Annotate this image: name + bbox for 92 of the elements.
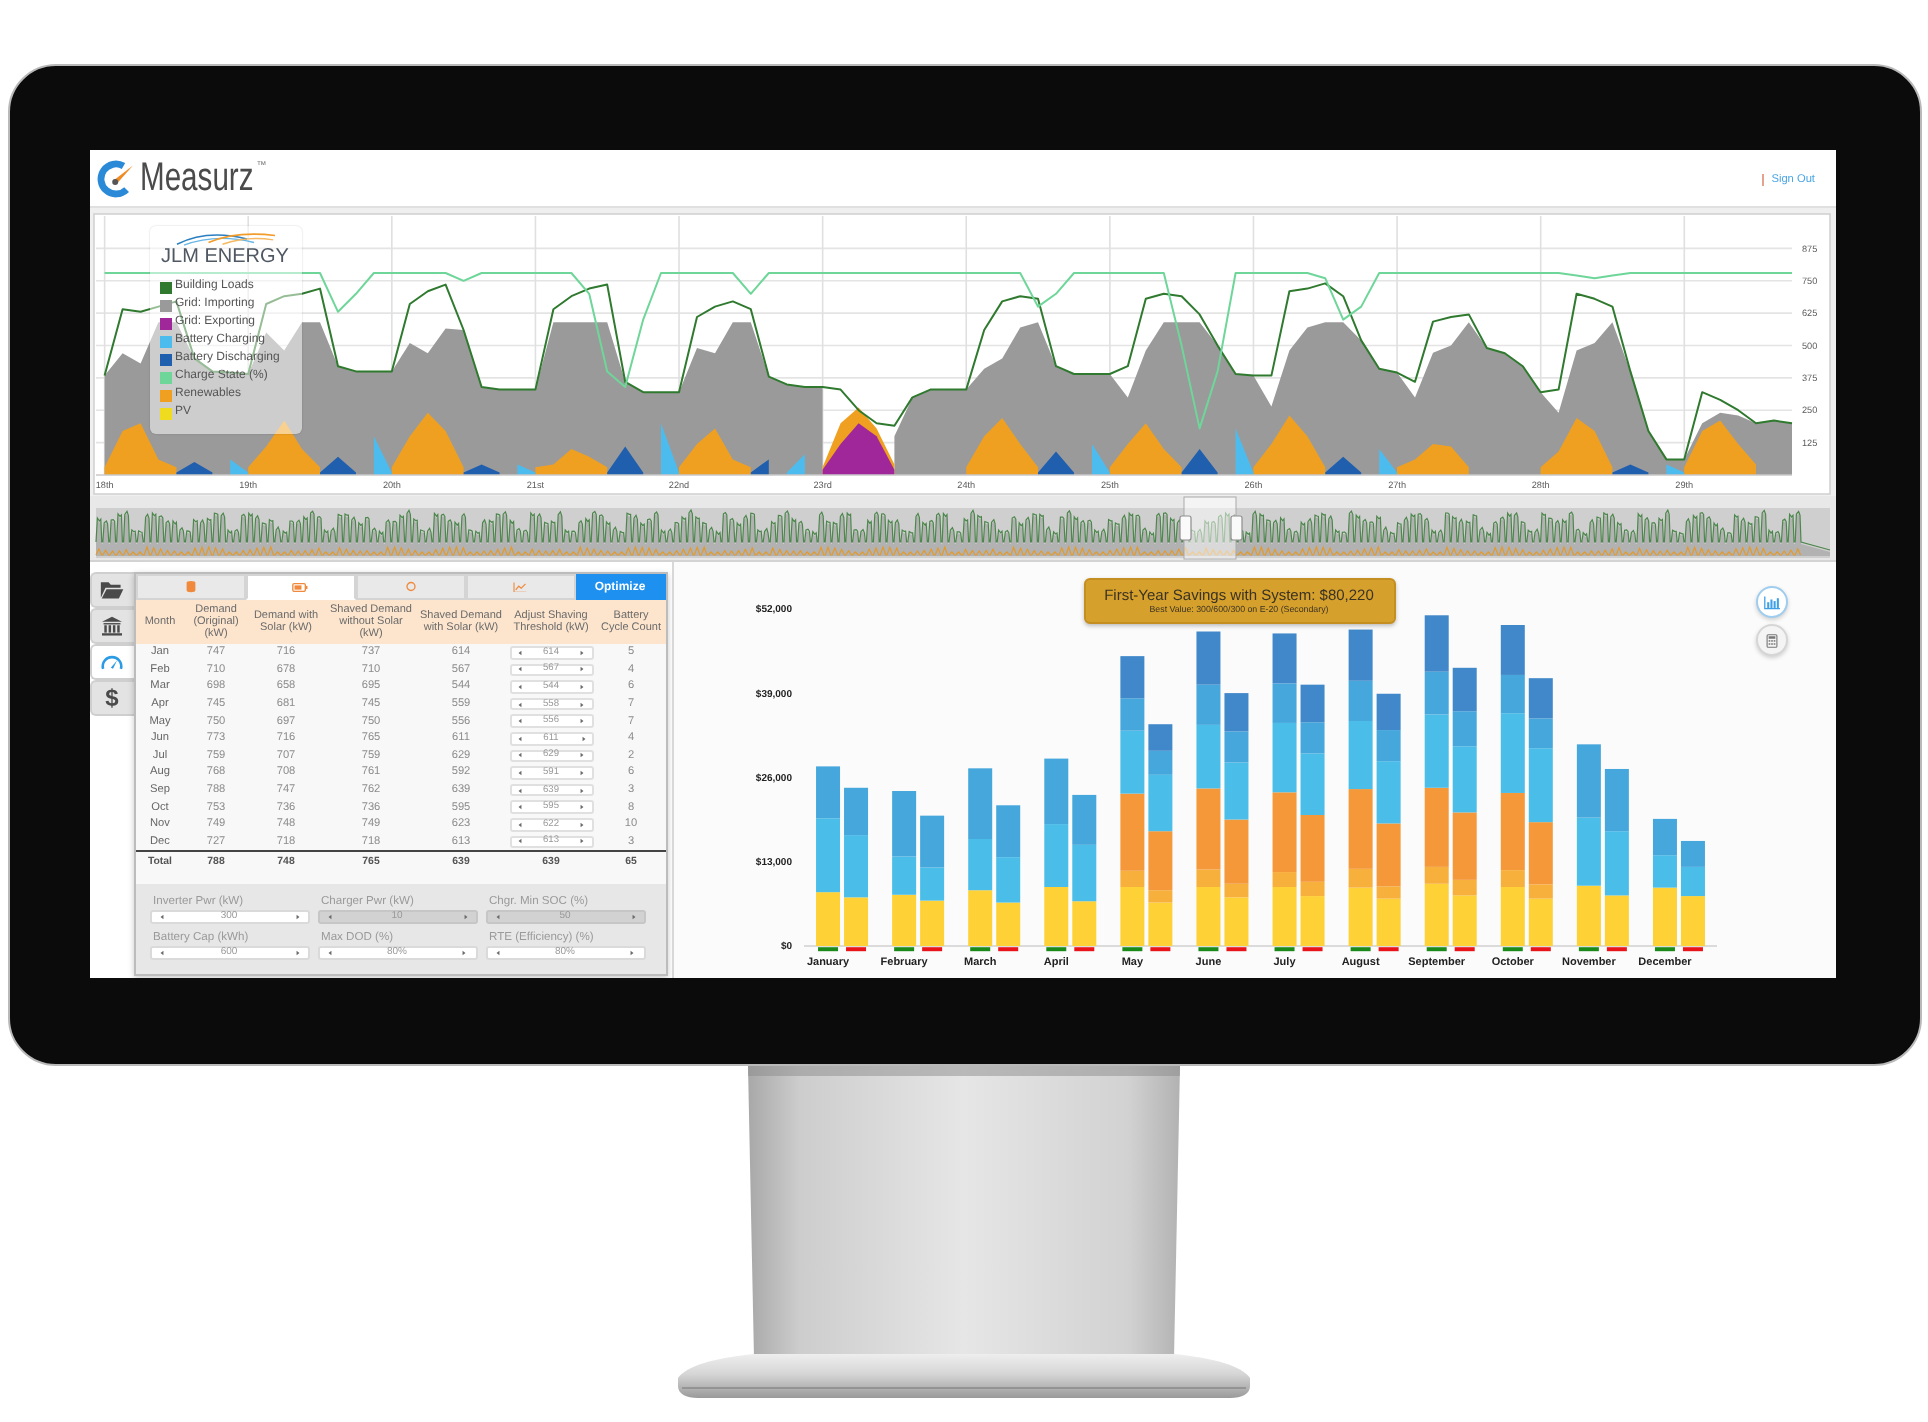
line-chart-icon: [512, 581, 528, 593]
bar-segment: [1651, 818, 1676, 856]
caret-right-icon[interactable]: [580, 718, 585, 725]
bar-segment: [967, 890, 992, 946]
bar-segment: [967, 839, 992, 891]
caret-right-icon[interactable]: [580, 701, 585, 708]
gauge-logo-icon: [95, 159, 135, 197]
bar-segment: [1071, 901, 1096, 946]
bar-segment: [843, 787, 868, 836]
caret-right-icon[interactable]: [295, 914, 299, 920]
caret-left-icon[interactable]: [517, 666, 521, 673]
bar-segment: [995, 902, 1020, 946]
battery-icon: [292, 581, 308, 593]
bar-segment: [1271, 633, 1296, 684]
caret-left-icon[interactable]: [517, 787, 521, 794]
caret-left-icon[interactable]: [517, 735, 521, 742]
sidebar-tab[interactable]: [89, 572, 133, 608]
bar-segment: [1375, 693, 1400, 731]
caret-left-icon[interactable]: [517, 804, 521, 811]
caret-right-icon[interactable]: [581, 735, 585, 742]
bar-segment: [1347, 629, 1372, 681]
bar-segment: [815, 818, 840, 893]
caret-right-icon[interactable]: [580, 804, 585, 811]
bar-segment: [1603, 895, 1628, 946]
legend-logo-text: JLM ENERGY: [161, 246, 289, 270]
bar-segment: [843, 897, 868, 946]
folder-icon: [100, 580, 124, 600]
caret-right-icon[interactable]: [580, 787, 585, 794]
bar-segment: [891, 894, 916, 946]
bar-segment: [1119, 656, 1144, 699]
logo-text: Measurz: [139, 156, 253, 200]
ring-icon: [405, 580, 415, 594]
caret-right-icon[interactable]: [580, 752, 585, 759]
caret-right-icon[interactable]: [580, 683, 585, 690]
bar-segment: [1423, 615, 1448, 672]
caret-right-icon[interactable]: [630, 950, 635, 956]
bar-segment: [815, 766, 840, 819]
caret-left-icon[interactable]: [517, 769, 521, 776]
bar-segment: [1679, 840, 1704, 867]
bar-segment: [995, 805, 1020, 858]
bar-segment: [1603, 831, 1628, 896]
bar-segment: [1223, 693, 1248, 732]
bar-segment: [1147, 724, 1172, 751]
caret-left-icon[interactable]: [495, 950, 499, 956]
sidebar-tab[interactable]: [89, 608, 133, 644]
bar-segment: [815, 892, 840, 946]
bar-segment: [967, 768, 992, 839]
range-handle[interactable]: [1178, 515, 1191, 541]
caret-left-icon[interactable]: [517, 649, 521, 656]
bar-segment: [1195, 631, 1220, 685]
caret-left-icon[interactable]: [517, 821, 521, 828]
bar-segment: [1071, 794, 1096, 845]
caret-left-icon[interactable]: [517, 701, 521, 708]
bar-segment: [1499, 625, 1524, 675]
bar-segment: [1575, 885, 1600, 946]
caret-left-icon[interactable]: [517, 683, 521, 690]
bar-chart-icon: [1763, 595, 1779, 609]
caret-right-icon[interactable]: [462, 950, 467, 956]
bar-segment: [919, 900, 944, 946]
bar-segment: [1071, 844, 1096, 902]
bar-segment: [1527, 678, 1552, 719]
calculator-icon: [1763, 633, 1779, 647]
bar-segment: [995, 857, 1020, 903]
caret-right-icon[interactable]: [580, 666, 585, 673]
bar-segment: [843, 835, 868, 898]
caret-right-icon[interactable]: [580, 769, 585, 776]
chart-tool-button[interactable]: [1755, 586, 1787, 618]
bar-segment: [1575, 817, 1600, 886]
caret-left-icon[interactable]: [517, 838, 521, 845]
chart-tool-button[interactable]: [1755, 624, 1787, 656]
caret-right-icon[interactable]: [580, 821, 585, 828]
bar-segment: [1043, 824, 1068, 887]
range-handle[interactable]: [1229, 515, 1242, 541]
caret-right-icon[interactable]: [580, 838, 585, 845]
sidebar-tab[interactable]: [89, 644, 133, 680]
bar-segment: [1043, 887, 1068, 946]
caret-right-icon[interactable]: [580, 649, 585, 656]
bar-segment: [1603, 768, 1628, 832]
gauge-icon: [100, 652, 124, 672]
caret-left-icon[interactable]: [517, 752, 521, 759]
bank-icon: [100, 616, 124, 636]
caret-left-icon[interactable]: [327, 950, 331, 956]
bar-segment: [1451, 667, 1476, 712]
bar-segment: [1575, 744, 1600, 818]
caret-right-icon[interactable]: [295, 950, 299, 956]
bar-segment: [1299, 684, 1324, 723]
database-icon: [185, 580, 195, 594]
caret-left-icon[interactable]: [159, 914, 163, 920]
sidebar-tab[interactable]: $: [89, 680, 133, 716]
caret-left-icon[interactable]: [159, 950, 163, 956]
bar-segment: [1043, 758, 1068, 825]
caret-left-icon[interactable]: [517, 718, 521, 725]
